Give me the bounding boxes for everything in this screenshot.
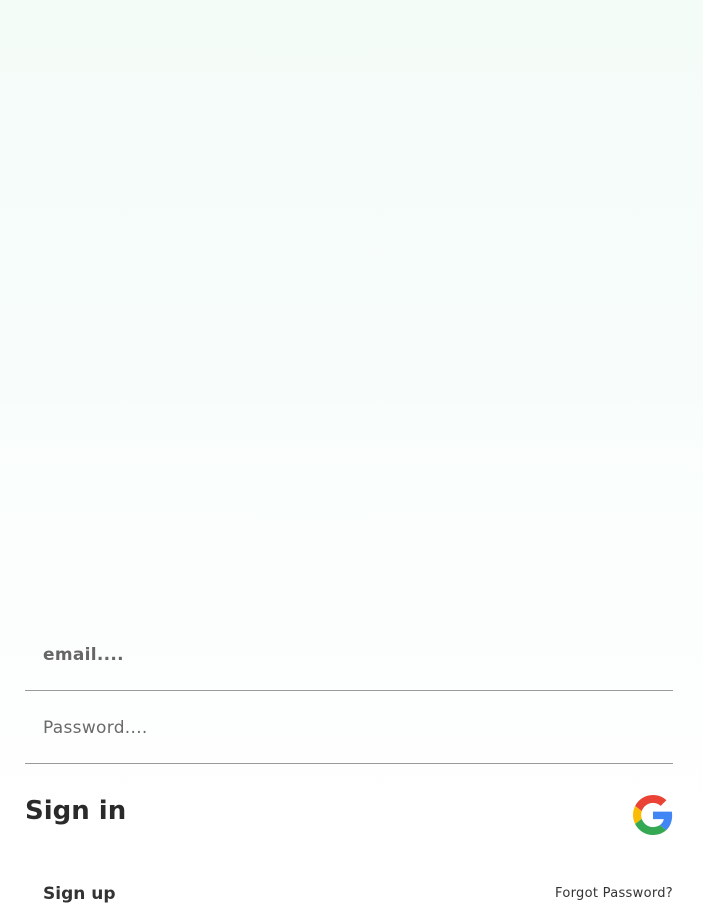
login-screen: Sign in Sign up Forgot Password? xyxy=(0,0,703,919)
google-g-icon xyxy=(633,795,673,835)
signin-row: Sign in xyxy=(25,790,673,840)
sign-in-button[interactable]: Sign in xyxy=(25,796,126,826)
sign-up-link[interactable]: Sign up xyxy=(43,884,116,904)
bottom-links: Sign up Forgot Password? xyxy=(43,884,673,910)
password-input[interactable] xyxy=(43,692,643,763)
email-input[interactable] xyxy=(43,619,643,690)
google-signin-button[interactable] xyxy=(633,795,673,835)
email-field-container xyxy=(25,619,673,691)
password-field-container xyxy=(25,692,673,764)
forgot-password-link[interactable]: Forgot Password? xyxy=(555,886,673,901)
